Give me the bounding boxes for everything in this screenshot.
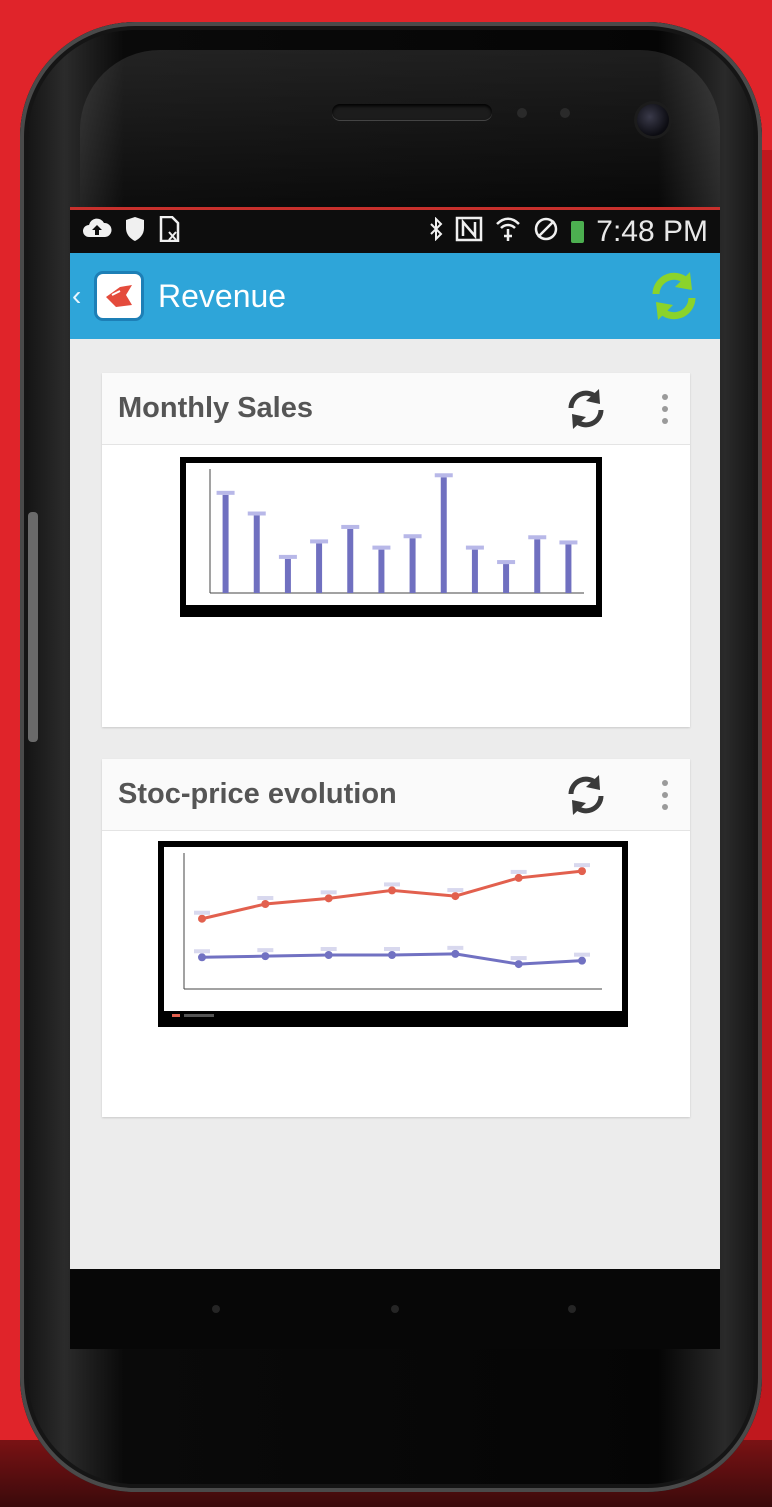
light-sensor (560, 108, 570, 118)
stock-price-card: Stoc-price evolution (102, 759, 690, 1117)
point-data-label (320, 890, 337, 895)
series-point (388, 951, 396, 959)
bluetooth-icon (429, 216, 443, 246)
point-data-label (574, 952, 590, 957)
volume-button (28, 512, 38, 742)
back-chevron-icon[interactable]: ‹ (72, 280, 88, 312)
series-point (451, 949, 460, 958)
bar-data-label (528, 535, 547, 540)
proximity-sensor (517, 108, 527, 118)
series-point (261, 952, 270, 961)
recents-nav-button[interactable] (568, 1305, 576, 1313)
line-chart-svg (164, 847, 622, 1017)
stock-price-chart (158, 841, 628, 1027)
point-data-label (447, 945, 464, 950)
document-icon (158, 215, 180, 247)
series-point (514, 960, 523, 969)
series-point (198, 953, 206, 962)
bar-mark (503, 564, 510, 593)
card-header: Monthly Sales (102, 373, 690, 445)
series-point (388, 886, 396, 895)
app-logo-icon[interactable] (94, 271, 144, 321)
point-data-label (510, 869, 527, 874)
monthly-sales-card: Monthly Sales (102, 373, 690, 727)
navigation-bar (70, 1269, 720, 1349)
card-title: Stoc-price evolution (118, 778, 397, 810)
series-point (324, 894, 333, 903)
series-point (451, 892, 460, 901)
bar-mark (284, 558, 291, 593)
bar-mark (409, 538, 416, 593)
app-title: Revenue (158, 277, 287, 314)
bar-data-label (310, 539, 329, 544)
overflow-menu-icon[interactable] (660, 779, 670, 810)
cloud-upload-icon (82, 217, 112, 246)
no-signal-icon (533, 216, 559, 247)
bar-mark (347, 528, 354, 593)
bar-data-label (403, 534, 422, 539)
bar-data-label (372, 545, 391, 550)
bar-mark (471, 549, 478, 593)
battery-icon (571, 220, 585, 243)
bar-mark (253, 515, 260, 593)
back-nav-button[interactable] (212, 1305, 220, 1313)
bar-data-label (434, 473, 453, 478)
card-refresh-icon[interactable] (562, 771, 610, 819)
point-data-label (257, 896, 274, 900)
bar-mark (378, 549, 385, 593)
bar-data-label (247, 511, 266, 516)
card-title: Monthly Sales (118, 392, 313, 424)
bar-data-label (559, 540, 578, 545)
series-point (261, 900, 270, 908)
earpiece-speaker (332, 104, 492, 120)
point-data-label (257, 948, 274, 953)
point-data-label (510, 956, 527, 961)
shield-icon (124, 216, 146, 247)
point-data-label (574, 863, 590, 868)
bar-data-label (497, 560, 516, 565)
point-data-label (447, 888, 464, 893)
nfc-icon (455, 216, 483, 247)
bar-data-label (465, 545, 484, 550)
series-point (578, 956, 586, 965)
overflow-menu-icon[interactable] (660, 393, 670, 424)
phone-gloss (80, 50, 720, 230)
point-data-label (320, 947, 337, 951)
screen: 7:48 PM ‹ Revenue Monthly Sales Stoc-pri… (70, 207, 720, 1269)
bar-mark (534, 539, 541, 593)
bar-mark (440, 477, 447, 593)
home-nav-button[interactable] (391, 1305, 399, 1313)
bar-data-label (341, 524, 360, 529)
series-point (324, 951, 333, 959)
series-point (514, 873, 523, 882)
line-chart-plot-area (164, 847, 622, 1011)
bar-chart-svg (186, 463, 596, 605)
point-data-label (194, 910, 210, 915)
series-point (578, 867, 586, 876)
legend-text (184, 1014, 214, 1017)
refresh-icon[interactable] (644, 266, 704, 326)
bar-data-label (216, 490, 235, 495)
bar-mark (222, 494, 229, 593)
bar-mark (316, 543, 323, 593)
point-data-label (384, 947, 400, 951)
bar-mark (565, 544, 572, 593)
bar-data-label (278, 554, 297, 559)
card-refresh-icon[interactable] (562, 385, 610, 433)
status-bar: 7:48 PM (70, 207, 720, 253)
series-point (198, 914, 206, 923)
legend-swatch (172, 1014, 180, 1017)
monthly-sales-chart (180, 457, 602, 617)
action-bar: ‹ Revenue (70, 253, 720, 339)
front-camera (637, 104, 669, 136)
point-data-label (384, 882, 400, 887)
status-time: 7:48 PM (596, 214, 708, 248)
point-data-label (194, 949, 210, 954)
card-header: Stoc-price evolution (102, 759, 690, 831)
wifi-icon (495, 216, 521, 247)
